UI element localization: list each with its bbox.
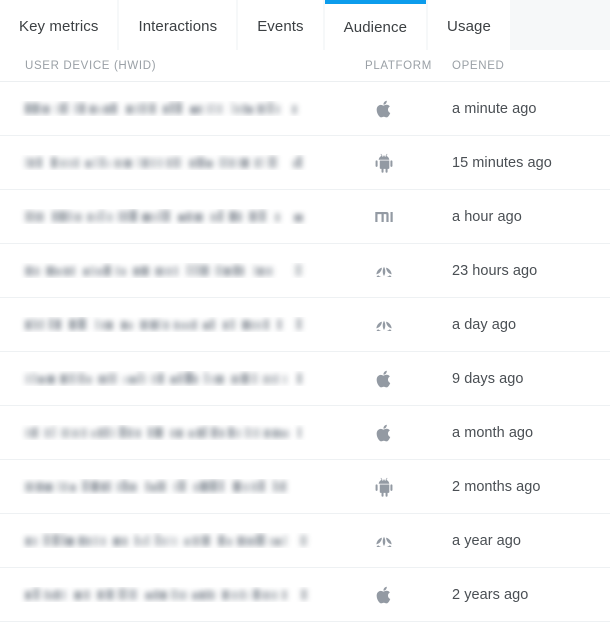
tab-label: Key metrics (19, 17, 98, 34)
cell-opened: a day ago (452, 317, 610, 333)
user-device-hwid-suffix-redacted (295, 263, 305, 278)
tab-events[interactable]: Events (238, 0, 322, 50)
tab-label: Usage (447, 17, 491, 34)
user-device-hwid-redacted (25, 587, 292, 602)
cell-platform (365, 367, 452, 391)
audience-table: USER DEVICE (HWID) PLATFORM OPENED a min… (0, 50, 610, 622)
cell-opened: 2 years ago (452, 587, 610, 603)
cell-platform (365, 421, 452, 445)
cell-opened: 23 hours ago (452, 263, 610, 279)
cell-platform (365, 313, 452, 337)
user-device-hwid-suffix-redacted (300, 533, 312, 548)
tab-usage[interactable]: Usage (428, 0, 510, 50)
tab-label: Events (257, 17, 303, 34)
user-device-hwid-suffix-redacted (298, 425, 305, 440)
user-device-hwid-suffix-redacted (292, 101, 298, 116)
table-row[interactable]: 2 months ago (0, 460, 610, 514)
user-device-hwid-redacted (25, 479, 290, 494)
cell-platform (365, 151, 452, 175)
cell-platform (365, 97, 452, 121)
user-device-hwid-redacted (25, 425, 289, 440)
user-device-hwid-redacted (25, 533, 291, 548)
tab-key-metrics[interactable]: Key metrics (0, 0, 117, 50)
column-header-platform: PLATFORM (365, 60, 452, 72)
cell-user-device (0, 587, 365, 602)
table-header-row: USER DEVICE (HWID) PLATFORM OPENED (0, 50, 610, 82)
cell-user-device (0, 317, 365, 332)
tab-audience[interactable]: Audience (325, 0, 426, 50)
cell-user-device (0, 101, 365, 116)
cell-opened: a year ago (452, 533, 610, 549)
cell-opened: 15 minutes ago (452, 155, 610, 171)
user-device-hwid-redacted (25, 263, 286, 278)
table-row[interactable]: 2 years ago (0, 568, 610, 622)
apple-icon (373, 583, 395, 607)
cell-opened: 9 days ago (452, 371, 610, 387)
apple-icon (373, 97, 395, 121)
cell-user-device (0, 371, 365, 386)
column-header-opened: OPENED (452, 60, 610, 72)
huawei-icon (373, 529, 395, 553)
table-row[interactable]: a hour ago (0, 190, 610, 244)
table-row[interactable]: a day ago (0, 298, 610, 352)
user-device-hwid-redacted (25, 317, 287, 332)
apple-icon (373, 367, 395, 391)
table-row[interactable]: a year ago (0, 514, 610, 568)
user-device-hwid-suffix-redacted (297, 371, 305, 386)
user-device-hwid-suffix-redacted (293, 155, 305, 170)
cell-platform (365, 259, 452, 283)
user-device-hwid-suffix-redacted (299, 479, 305, 494)
table-row[interactable]: 15 minutes ago (0, 136, 610, 190)
user-device-hwid-suffix-redacted (296, 317, 305, 332)
android-icon (373, 475, 395, 499)
cell-user-device (0, 209, 365, 224)
column-header-user-device: USER DEVICE (HWID) (0, 60, 365, 72)
android-icon (373, 151, 395, 175)
table-row[interactable]: a month ago (0, 406, 610, 460)
user-device-hwid-redacted (25, 155, 284, 170)
user-device-hwid-redacted (25, 101, 283, 116)
cell-opened: 2 months ago (452, 479, 610, 495)
apple-icon (373, 421, 395, 445)
xiaomi-icon (373, 205, 395, 229)
table-row[interactable]: a minute ago (0, 82, 610, 136)
user-device-hwid-redacted (25, 371, 288, 386)
huawei-icon (373, 259, 395, 283)
huawei-icon (373, 313, 395, 337)
cell-user-device (0, 479, 365, 494)
tab-interactions[interactable]: Interactions (119, 0, 236, 50)
user-device-hwid-redacted (25, 209, 285, 224)
cell-platform (365, 205, 452, 229)
cell-opened: a minute ago (452, 101, 610, 117)
tab-label: Audience (344, 20, 407, 35)
cell-user-device (0, 155, 365, 170)
cell-user-device (0, 533, 365, 548)
user-device-hwid-suffix-redacted (301, 587, 312, 602)
tab-label: Interactions (138, 17, 217, 34)
cell-user-device (0, 263, 365, 278)
table-row[interactable]: 9 days ago (0, 352, 610, 406)
user-device-hwid-suffix-redacted (294, 209, 305, 224)
cell-platform (365, 583, 452, 607)
cell-opened: a hour ago (452, 209, 610, 225)
table-body: a minute ago 15 minutes ago a hour ago 23 h… (0, 82, 610, 622)
cell-opened: a month ago (452, 425, 610, 441)
tab-bar: Key metrics Interactions Events Audience… (0, 0, 610, 50)
table-row[interactable]: 23 hours ago (0, 244, 610, 298)
cell-user-device (0, 425, 365, 440)
cell-platform (365, 475, 452, 499)
tab-bar-filler (510, 0, 610, 50)
cell-platform (365, 529, 452, 553)
